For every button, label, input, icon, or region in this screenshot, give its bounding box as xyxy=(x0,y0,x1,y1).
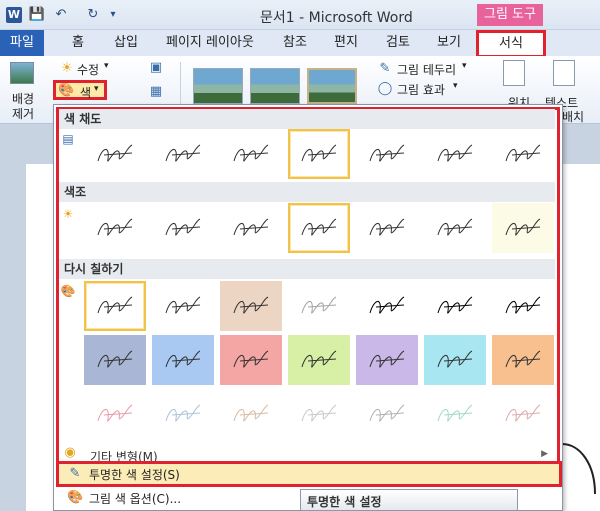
color-arrow-icon: ▾ xyxy=(94,84,99,94)
saturation-header: 색 채도 xyxy=(59,109,555,129)
sun-icon: ☀ xyxy=(61,61,73,76)
picture-style-thumb[interactable] xyxy=(250,68,300,104)
color-variation-swatch[interactable] xyxy=(356,203,418,253)
color-variation-swatch[interactable] xyxy=(492,281,554,331)
color-variation-swatch[interactable] xyxy=(492,129,554,179)
redo-icon[interactable]: ↻ xyxy=(84,6,102,24)
tone-icon: ☀ xyxy=(62,207,74,221)
undo-icon[interactable]: ↶ xyxy=(52,6,70,24)
tab-view[interactable]: 보기 xyxy=(437,30,461,56)
tab-review[interactable]: 검토 xyxy=(386,30,410,56)
word-app-icon[interactable]: W xyxy=(6,7,22,23)
set-transparent-color-label: 투명한 색 설정(S) xyxy=(89,468,180,482)
picture-color-options-label: 그림 색 옵션(C)... xyxy=(89,492,182,506)
saturation-icon: ▤ xyxy=(62,132,74,146)
color-variation-swatch[interactable] xyxy=(84,129,146,179)
color-variation-swatch[interactable] xyxy=(492,203,554,253)
tone-header: 색조 xyxy=(59,182,555,202)
color-variation-swatch[interactable] xyxy=(288,335,350,385)
color-variation-swatch[interactable] xyxy=(152,203,214,253)
color-variation-swatch[interactable] xyxy=(288,203,350,253)
color-variation-swatch[interactable] xyxy=(356,281,418,331)
tab-insert[interactable]: 삽입 xyxy=(114,30,138,56)
corrections-arrow-icon[interactable]: ▾ xyxy=(104,61,109,71)
corrections-label[interactable]: 수정 xyxy=(77,61,99,78)
selection-handle-curve xyxy=(561,443,596,495)
set-transparent-color-item[interactable]: ✎ 투명한 색 설정(S) xyxy=(56,461,562,487)
picture-color-options-icon: 🎨 xyxy=(67,490,84,505)
picture-border-label[interactable]: 그림 테두리 xyxy=(397,61,456,78)
picture-style-thumb[interactable] xyxy=(307,68,357,104)
color-variation-swatch[interactable] xyxy=(220,389,282,439)
color-variation-swatch[interactable] xyxy=(220,203,282,253)
wrap-text-label-2[interactable]: 배치 xyxy=(562,108,584,125)
color-variation-swatch[interactable] xyxy=(220,281,282,331)
picture-effects-icon: ◯ xyxy=(377,81,393,96)
submenu-arrow-icon: ▶ xyxy=(541,449,548,459)
tab-file[interactable]: 파일 xyxy=(0,30,44,56)
color-variation-swatch[interactable] xyxy=(492,389,554,439)
remove-background-label[interactable]: 배경 제거 xyxy=(12,92,34,122)
recolor-icon: 🎨 xyxy=(60,284,76,298)
color-variation-swatch[interactable] xyxy=(492,335,554,385)
tab-mailings[interactable]: 편지 xyxy=(334,30,358,56)
save-icon[interactable]: 💾 xyxy=(28,6,46,24)
compress-pictures-icon[interactable]: ▣ xyxy=(148,60,164,76)
color-variation-swatch[interactable] xyxy=(424,281,486,331)
title-bar: W 💾 ↶ ↻ ▾ 문서1 - Microsoft Word 그림 도구 xyxy=(0,0,600,30)
color-variation-swatch[interactable] xyxy=(424,389,486,439)
tooltip: 투명한 색 설정 xyxy=(300,489,518,511)
color-variation-swatch[interactable] xyxy=(152,389,214,439)
picture-effects-label[interactable]: 그림 효과 xyxy=(397,81,445,98)
color-icon: 🎨 xyxy=(58,83,75,98)
color-variation-swatch[interactable] xyxy=(424,203,486,253)
picture-border-icon: ✎ xyxy=(379,61,391,76)
color-variation-swatch[interactable] xyxy=(424,335,486,385)
color-variation-swatch[interactable] xyxy=(152,335,214,385)
color-variation-swatch[interactable] xyxy=(152,129,214,179)
tab-format[interactable]: 서식 xyxy=(476,30,546,58)
color-button[interactable]: 🎨 색 ▾ xyxy=(53,80,107,100)
color-label: 색 xyxy=(80,86,92,100)
color-variation-swatch[interactable] xyxy=(152,281,214,331)
recolor-header: 다시 칠하기 xyxy=(59,259,555,279)
remove-background-icon[interactable] xyxy=(10,62,34,84)
tab-home[interactable]: 홈 xyxy=(72,30,84,56)
color-variation-swatch[interactable] xyxy=(288,281,350,331)
color-variation-swatch[interactable] xyxy=(356,335,418,385)
color-variation-swatch[interactable] xyxy=(84,203,146,253)
color-variation-swatch[interactable] xyxy=(288,129,350,179)
more-variations-icon: ◉ xyxy=(64,445,76,460)
color-variation-swatch[interactable] xyxy=(84,335,146,385)
picture-border-arrow-icon[interactable]: ▾ xyxy=(462,61,467,71)
picture-tools-label: 그림 도구 xyxy=(477,4,543,26)
wrap-text-icon[interactable] xyxy=(553,60,575,86)
color-variation-swatch[interactable] xyxy=(424,129,486,179)
color-variation-swatch[interactable] xyxy=(356,129,418,179)
picture-effects-arrow-icon[interactable]: ▾ xyxy=(453,81,458,91)
color-variation-swatch[interactable] xyxy=(84,389,146,439)
picture-style-thumb[interactable] xyxy=(193,68,243,104)
window-title: 문서1 - Microsoft Word xyxy=(260,10,413,26)
color-variation-swatch[interactable] xyxy=(288,389,350,439)
tab-references[interactable]: 참조 xyxy=(283,30,307,56)
tab-page-layout[interactable]: 페이지 레이아웃 xyxy=(166,30,254,56)
ribbon-tabs: 파일 홈 삽입 페이지 레이아웃 참조 편지 검토 보기 서식 xyxy=(0,30,600,58)
color-variation-swatch[interactable] xyxy=(84,281,146,331)
color-variation-swatch[interactable] xyxy=(220,129,282,179)
color-dropdown: 색 채도 ▤ 색조 ☀ 다시 칠하기 🎨 ◉ 기타 변형(M) ▶ ✎ 투명한 … xyxy=(53,104,563,511)
color-variation-swatch[interactable] xyxy=(356,389,418,439)
customize-qat-icon[interactable]: ▾ xyxy=(104,6,122,24)
color-variation-swatch[interactable] xyxy=(220,335,282,385)
position-icon[interactable] xyxy=(503,60,525,86)
pen-icon: ✎ xyxy=(69,466,81,481)
change-picture-icon[interactable]: ▦ xyxy=(148,84,164,100)
